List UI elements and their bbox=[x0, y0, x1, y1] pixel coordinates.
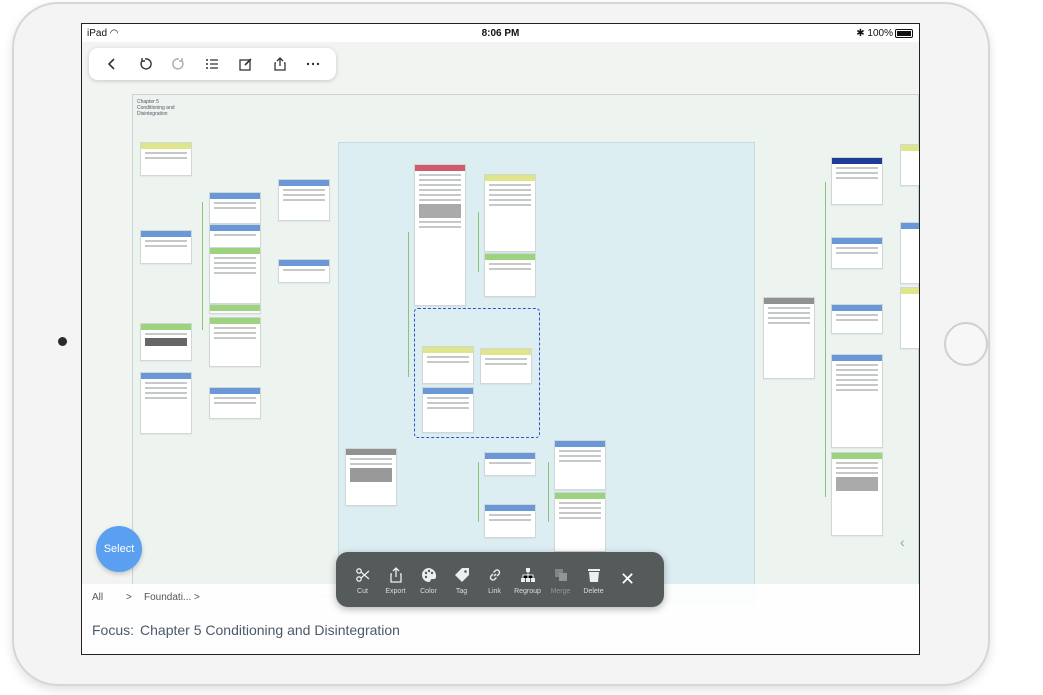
group-zone[interactable] bbox=[338, 142, 755, 604]
link-icon bbox=[487, 564, 503, 586]
breadcrumb-item[interactable]: Foundati... bbox=[144, 592, 191, 603]
focus-value[interactable]: Chapter 5 Conditioning and Disintegratio… bbox=[140, 622, 400, 638]
camera bbox=[58, 337, 67, 346]
note-card[interactable] bbox=[900, 287, 919, 349]
breadcrumb-separator: > bbox=[194, 592, 200, 603]
connector bbox=[825, 182, 826, 497]
tag-label: Tag bbox=[455, 588, 468, 595]
cut-button[interactable]: Cut bbox=[346, 564, 379, 595]
note-card[interactable] bbox=[209, 192, 261, 224]
note-card[interactable] bbox=[209, 317, 261, 367]
note-card[interactable] bbox=[554, 492, 606, 552]
more-icon[interactable] bbox=[300, 51, 326, 77]
status-bar: iPad ◠ 8:06 PM ✱ 100% bbox=[82, 24, 919, 42]
outline-list-icon[interactable] bbox=[199, 51, 225, 77]
action-bar: Cut Export Color Tag Link Regroup Merge bbox=[336, 552, 664, 607]
note-card[interactable] bbox=[900, 222, 919, 284]
note-card[interactable] bbox=[831, 157, 883, 205]
select-button[interactable]: Select bbox=[96, 526, 142, 572]
connector bbox=[478, 462, 479, 522]
zone-title: Chapter 5 Conditioning and Disintegratio… bbox=[137, 99, 175, 117]
delete-label: Delete bbox=[583, 588, 604, 595]
delete-button[interactable]: Delete bbox=[577, 564, 610, 595]
note-card[interactable] bbox=[484, 504, 536, 538]
note-card[interactable] bbox=[209, 247, 261, 304]
merge-button[interactable]: Merge bbox=[544, 564, 577, 595]
close-icon[interactable]: ✕ bbox=[620, 569, 635, 590]
focus-line: Focus: Chapter 5 Conditioning and Disinte… bbox=[92, 622, 400, 638]
status-time: 8:06 PM bbox=[481, 28, 520, 39]
note-card[interactable] bbox=[831, 304, 883, 334]
note-card[interactable] bbox=[278, 179, 330, 221]
note-card[interactable] bbox=[831, 354, 883, 448]
screen: Chapter 5 Conditioning and Disintegratio… bbox=[81, 23, 920, 655]
redo-icon[interactable] bbox=[166, 51, 192, 77]
note-card[interactable] bbox=[209, 387, 261, 419]
note-card[interactable] bbox=[831, 237, 883, 269]
merge-icon bbox=[553, 564, 569, 586]
connector bbox=[202, 202, 203, 330]
note-card[interactable] bbox=[140, 230, 192, 264]
note-card[interactable] bbox=[484, 452, 536, 476]
note-card[interactable] bbox=[831, 452, 883, 536]
connector bbox=[478, 212, 479, 272]
focus-label: Focus: bbox=[92, 622, 135, 638]
note-card[interactable] bbox=[484, 253, 536, 297]
export-label: Export bbox=[385, 588, 406, 595]
note-card[interactable] bbox=[763, 297, 815, 379]
note-card[interactable] bbox=[554, 440, 606, 490]
note-card[interactable] bbox=[900, 144, 919, 186]
note-card[interactable] bbox=[414, 164, 466, 306]
note-card[interactable] bbox=[140, 372, 192, 434]
note-card[interactable] bbox=[484, 174, 536, 252]
color-button[interactable]: Color bbox=[412, 564, 445, 595]
home-button[interactable] bbox=[944, 322, 988, 366]
battery-icon bbox=[895, 28, 913, 38]
selection-box[interactable] bbox=[414, 308, 540, 438]
top-toolbar bbox=[89, 48, 336, 80]
connector bbox=[408, 232, 409, 377]
breadcrumb-all[interactable]: All bbox=[92, 592, 103, 603]
edit-icon[interactable] bbox=[233, 51, 259, 77]
trash-icon bbox=[586, 564, 602, 586]
note-card[interactable] bbox=[140, 323, 192, 361]
note-card[interactable] bbox=[209, 224, 261, 248]
tag-icon bbox=[454, 564, 470, 586]
note-card[interactable] bbox=[278, 259, 330, 283]
breadcrumb-separator: > bbox=[126, 592, 132, 603]
note-card[interactable] bbox=[140, 142, 192, 176]
link-button[interactable]: Link bbox=[478, 564, 511, 595]
palette-icon bbox=[421, 564, 437, 586]
regroup-icon bbox=[520, 564, 536, 586]
cut-label: Cut bbox=[357, 588, 368, 595]
back-icon[interactable] bbox=[99, 51, 125, 77]
note-card[interactable] bbox=[209, 304, 261, 314]
scissors-icon bbox=[355, 564, 371, 586]
export-button[interactable]: Export bbox=[379, 564, 412, 595]
regroup-label: Regroup bbox=[514, 588, 541, 595]
expand-panel-chevron-icon[interactable]: ‹ bbox=[900, 534, 905, 550]
link-label: Link bbox=[488, 588, 501, 595]
tag-button[interactable]: Tag bbox=[445, 564, 478, 595]
share-icon[interactable] bbox=[267, 51, 293, 77]
regroup-button[interactable]: Regroup bbox=[511, 564, 544, 595]
note-card[interactable] bbox=[345, 448, 397, 506]
bluetooth-icon: ✱ bbox=[856, 28, 865, 39]
merge-label: Merge bbox=[550, 588, 571, 595]
color-label: Color bbox=[420, 588, 437, 595]
battery-status: ✱ 100% bbox=[856, 28, 913, 39]
export-icon bbox=[388, 564, 404, 586]
undo-icon[interactable] bbox=[132, 51, 158, 77]
connector bbox=[548, 462, 549, 522]
